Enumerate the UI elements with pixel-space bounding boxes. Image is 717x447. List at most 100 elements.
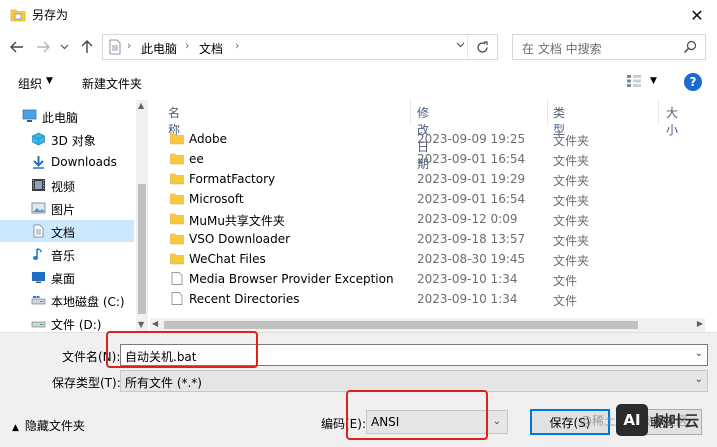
sidebar-scrollbar[interactable]: ▲ ▼ — [136, 100, 148, 332]
filetype-select[interactable]: 所有文件 (*.*) ⌄ — [120, 370, 708, 392]
download-icon — [33, 156, 44, 169]
filetype-value: 所有文件 (*.*) — [125, 376, 202, 390]
filetype-label: 保存类型(T): — [52, 376, 121, 390]
chevron-down-icon: ⌄ — [492, 416, 501, 427]
search-input[interactable]: 在 文档 中搜索 — [512, 34, 706, 60]
sidebar-item-label: 音乐 — [51, 249, 76, 263]
file-row[interactable]: WeChat Files 2023-08-30 19:45 文件夹 — [150, 249, 690, 269]
help-icon: ? — [689, 75, 697, 89]
hide-folders-button[interactable]: ▲ 隐藏文件夹 — [12, 417, 85, 434]
watermark-brand: 树叶云 — [654, 412, 700, 430]
sidebar-item-label: 桌面 — [51, 272, 76, 286]
caret-down-icon: ▼ — [46, 76, 53, 86]
breadcrumb-this-pc[interactable]: 此电脑 — [141, 40, 177, 57]
horizontal-scrollbar[interactable]: ◀ ▶ — [150, 318, 705, 332]
sidebar-item-videos[interactable]: 视频 — [0, 174, 134, 196]
scrollbar-thumb[interactable] — [164, 321, 638, 329]
file-row[interactable]: VSO Downloader 2023-09-18 13:57 文件夹 — [150, 229, 690, 249]
forward-button[interactable] — [34, 38, 52, 56]
refresh-button[interactable] — [467, 35, 497, 59]
navigation-bar: › 此电脑 › 文档 › 在 文档 中搜索 — [0, 30, 717, 64]
sidebar-item-this-pc[interactable]: 此电脑 — [0, 105, 134, 127]
scrollbar-thumb[interactable] — [138, 184, 146, 314]
view-dropdown-button[interactable]: ▼ — [650, 76, 657, 86]
watermark-logo: AI — [616, 404, 648, 436]
help-button[interactable]: ? — [684, 73, 702, 91]
sidebar-item-drive-c[interactable]: 本地磁盘 (C:) — [0, 289, 134, 311]
chevron-down-icon — [456, 42, 465, 48]
close-button[interactable]: ✕ — [677, 0, 717, 30]
file-row[interactable]: Media Browser Provider Exception 2023-09-… — [150, 269, 690, 289]
file-row[interactable]: FormatFactory 2023-09-01 19:29 文件夹 — [150, 169, 690, 189]
recent-locations-button[interactable] — [58, 38, 70, 56]
file-row[interactable]: Recent Directories 2023-09-10 1:34 文件 — [150, 289, 690, 309]
sidebar-item-music[interactable]: 音乐 — [0, 243, 134, 265]
caret-up-icon: ▲ — [12, 423, 19, 433]
file-row[interactable]: Adobe 2023-09-09 19:25 文件夹 — [150, 129, 690, 149]
file-list: ^ 名称 修改日期 类型 大小 Adobe 2023-09-09 19:25 文件夹… — [150, 100, 717, 332]
folder-icon — [170, 153, 184, 165]
drive-icon — [31, 296, 46, 305]
title-bar: 另存为 ✕ — [0, 0, 717, 30]
scroll-down-icon[interactable]: ▼ — [138, 320, 144, 329]
file-row[interactable]: MuMu共享文件夹 2023-09-12 0:09 文件夹 — [150, 209, 690, 229]
computer-icon — [22, 109, 37, 122]
video-icon — [32, 179, 45, 191]
sidebar-item-3d-objects[interactable]: 3D 对象 — [0, 128, 134, 150]
scroll-left-icon[interactable]: ◀ — [152, 319, 158, 328]
music-icon — [33, 248, 42, 260]
view-options-icon[interactable] — [626, 74, 642, 88]
folder-icon — [170, 193, 184, 205]
folder-icon — [170, 133, 184, 145]
file-icon — [171, 292, 183, 305]
sidebar-item-label: Downloads — [51, 155, 117, 169]
watermark: @稀土掘金技术社区 AI 树叶云 — [580, 404, 712, 436]
chevron-right-icon: › — [235, 39, 240, 52]
chevron-down-icon — [60, 44, 68, 50]
encoding-select[interactable]: ANSI ⌄ — [366, 410, 508, 434]
sidebar-item-label: 此电脑 — [42, 111, 79, 125]
sidebar-item-downloads[interactable]: Downloads — [0, 151, 134, 173]
scroll-up-icon[interactable]: ▲ — [138, 101, 144, 110]
folder-icon — [170, 213, 184, 225]
back-button[interactable] — [8, 38, 26, 56]
3d-objects-icon — [32, 132, 45, 146]
sidebar-item-label: 图片 — [51, 203, 76, 217]
command-bar: 组织 ▼ 新建文件夹 ▼ ? — [0, 64, 717, 100]
search-placeholder: 在 文档 中搜索 — [522, 42, 602, 56]
sidebar-item-desktop[interactable]: 桌面 — [0, 266, 134, 288]
file-row[interactable]: Microsoft 2023-09-01 16:54 文件夹 — [150, 189, 690, 209]
breadcrumb-documents[interactable]: 文档 — [199, 40, 223, 57]
folder-icon — [170, 253, 184, 265]
new-folder-button[interactable]: 新建文件夹 — [82, 75, 142, 92]
column-divider[interactable] — [410, 100, 411, 124]
sidebar-item-label: 视频 — [51, 180, 76, 194]
column-divider[interactable] — [547, 100, 548, 124]
search-icon[interactable] — [683, 40, 697, 54]
chevron-down-icon: ⌄ — [694, 374, 703, 385]
address-bar[interactable]: › 此电脑 › 文档 › — [102, 34, 498, 60]
save-dialog-icon — [10, 9, 26, 22]
desktop-icon — [32, 272, 45, 283]
up-button[interactable] — [78, 38, 96, 56]
file-row[interactable]: ee 2023-09-01 16:54 文件夹 — [150, 149, 690, 169]
navigation-pane: 此电脑 3D 对象 Downloads 视频 图片 文档 音乐 桌面 本地磁盘 … — [0, 100, 148, 332]
file-icon — [171, 272, 183, 285]
organize-button[interactable]: 组织 — [18, 75, 42, 92]
document-location-icon — [109, 39, 121, 55]
folder-icon — [170, 173, 184, 185]
sidebar-item-drive-d[interactable]: 文件 (D:) — [0, 312, 134, 332]
chevron-down-icon[interactable]: ⌄ — [695, 348, 703, 359]
chevron-right-icon: › — [127, 39, 132, 52]
arrow-up-icon — [81, 40, 93, 53]
sidebar-item-documents[interactable]: 文档 — [0, 220, 134, 242]
address-history-dropdown[interactable] — [456, 40, 465, 51]
sidebar-item-pictures[interactable]: 图片 — [0, 197, 134, 219]
scroll-right-icon[interactable]: ▶ — [697, 319, 703, 328]
column-divider[interactable] — [658, 100, 659, 124]
sidebar-item-label: 本地磁盘 (C:) — [51, 295, 125, 309]
filename-input[interactable]: 自动关机.bat ⌄ — [120, 344, 708, 366]
chevron-right-icon: › — [185, 39, 190, 52]
sidebar-item-label: 文件 (D:) — [51, 318, 102, 332]
folder-icon — [170, 233, 184, 245]
